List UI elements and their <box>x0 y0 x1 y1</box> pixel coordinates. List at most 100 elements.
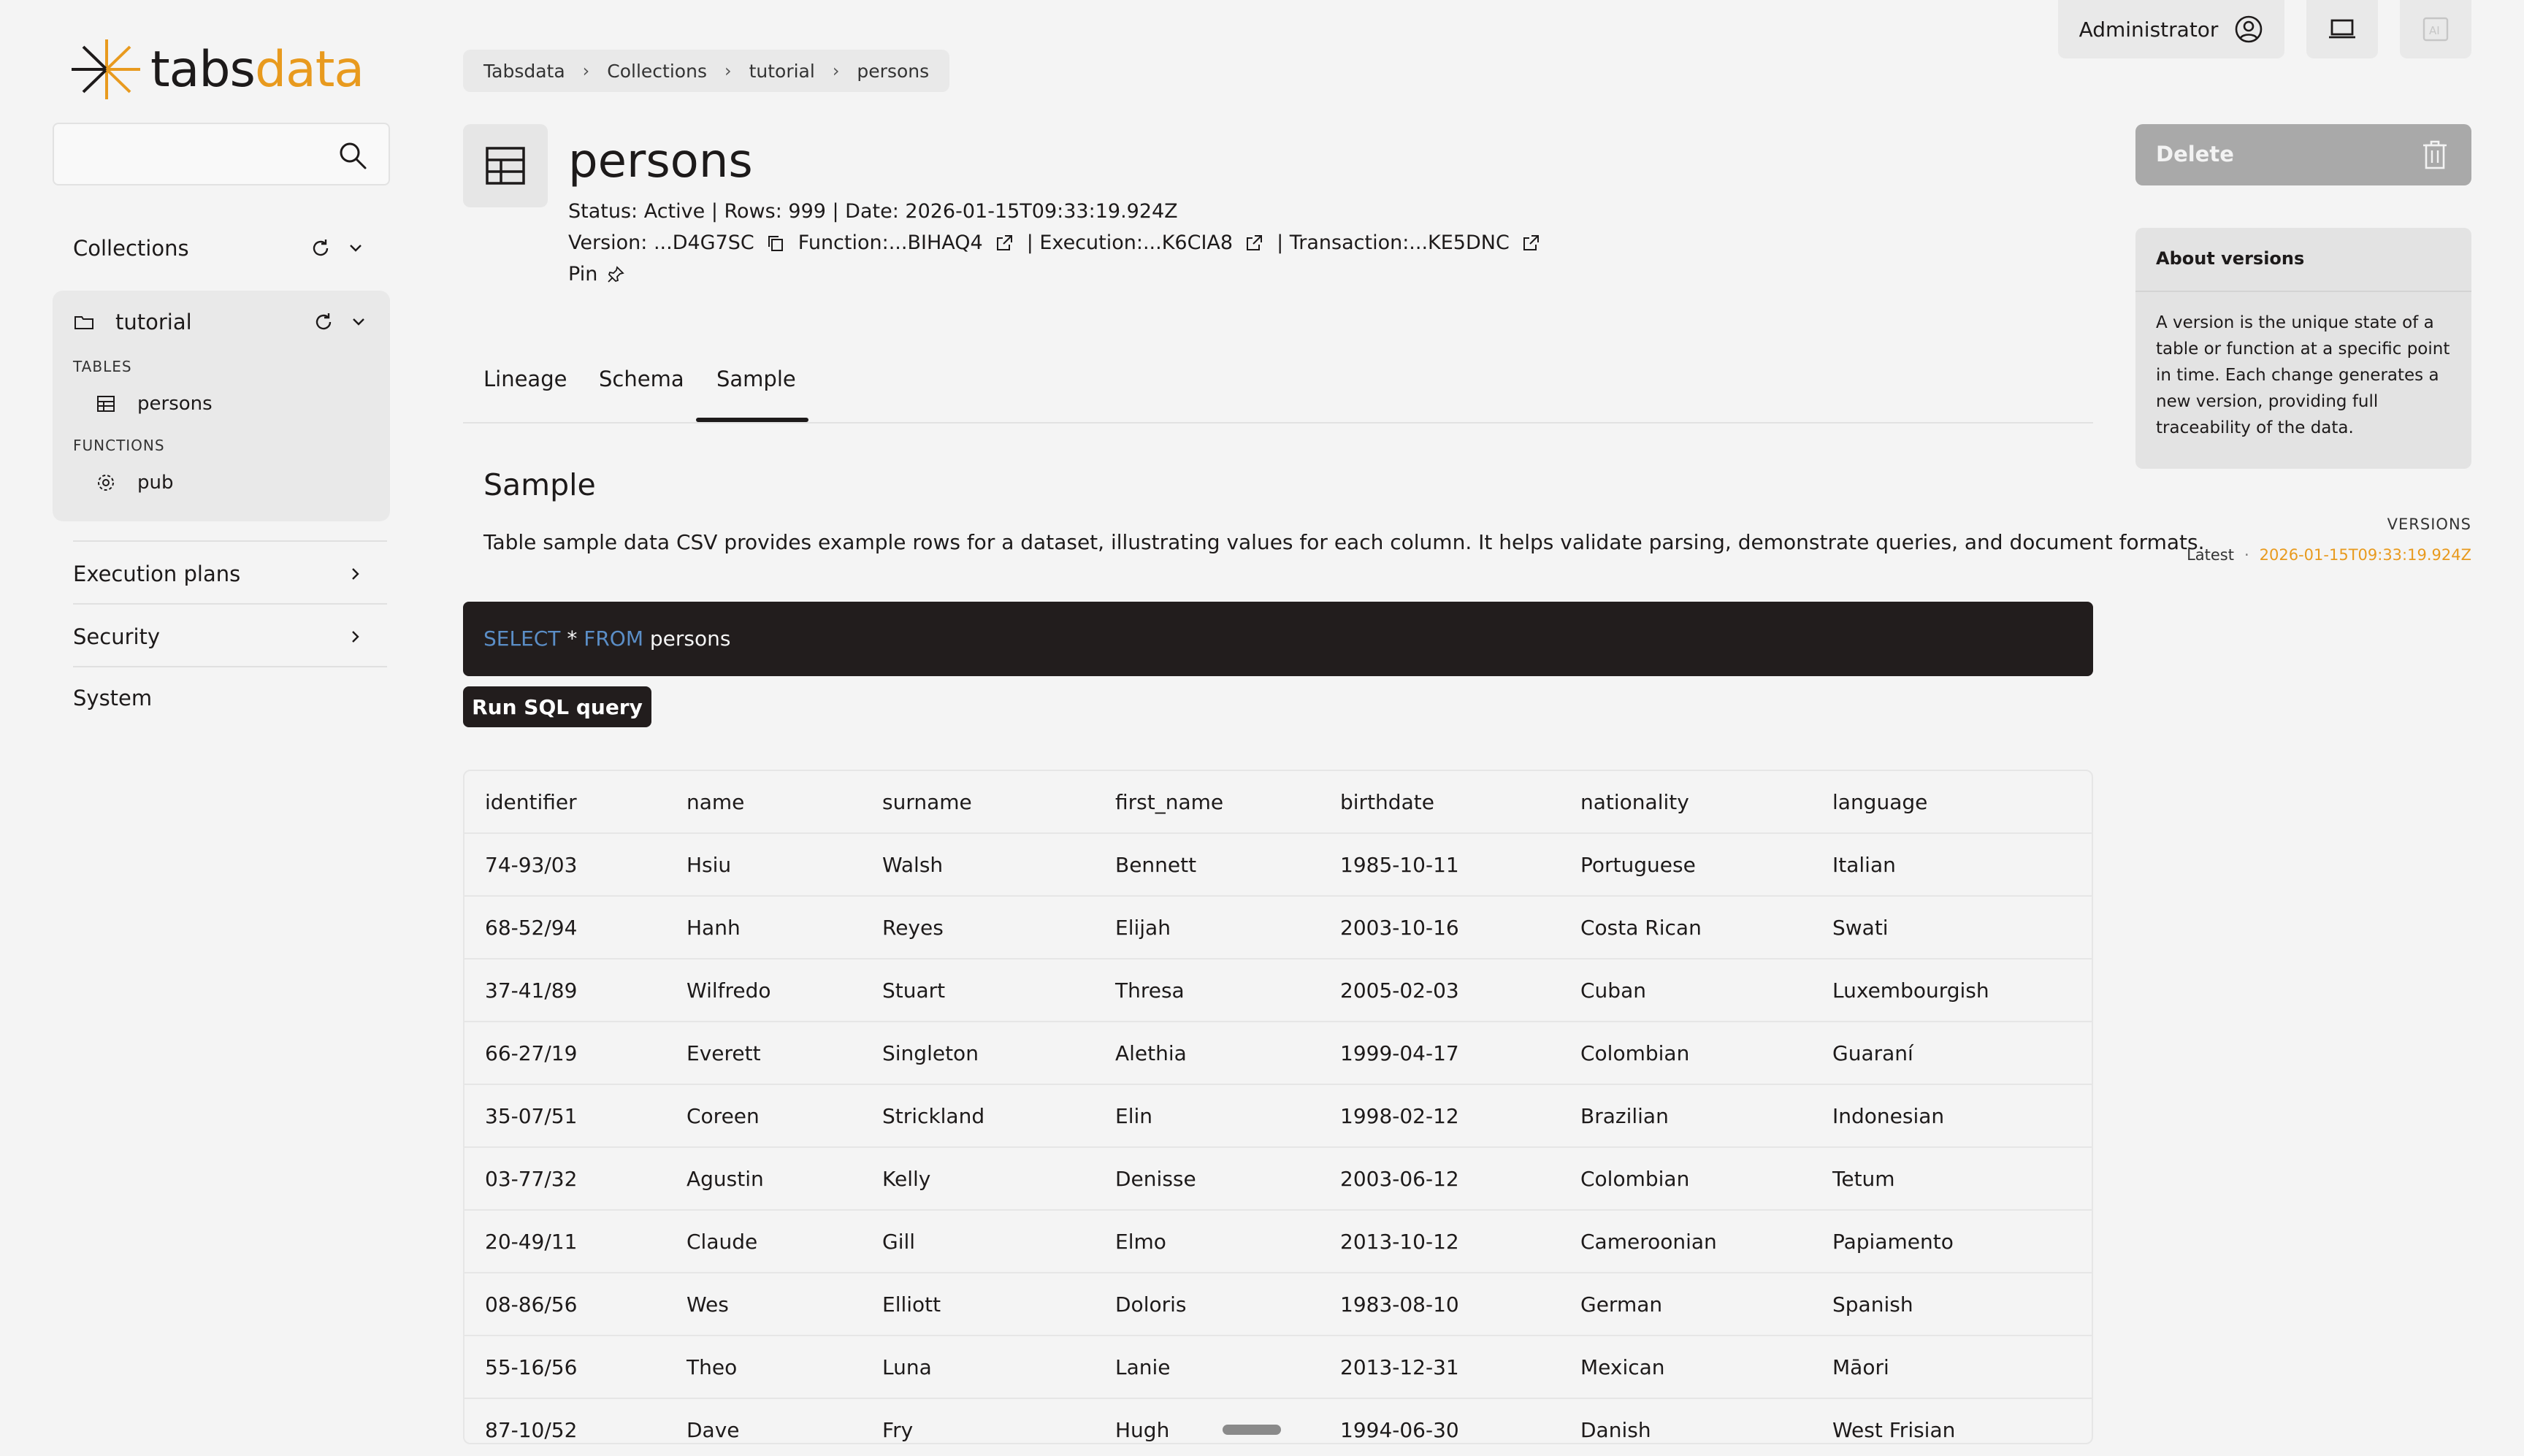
table-cell: 2003-06-12 <box>1340 1167 1459 1191</box>
table-cell: 74-93/03 <box>485 853 578 877</box>
display-mode-button[interactable] <box>2306 0 2378 58</box>
table-row: 55-16/56 Theo Luna Lanie 2013-12-31 Mexican Mā… <box>464 1336 2092 1399</box>
breadcrumb-chevron-icon: › <box>724 61 732 81</box>
table-cell: 2013-10-12 <box>1340 1230 1459 1254</box>
table-cell: Alethia <box>1115 1041 1187 1065</box>
column-header[interactable]: surname <box>882 790 972 814</box>
table-cell: Theo <box>687 1355 738 1379</box>
tab-sample[interactable]: Sample <box>716 367 796 391</box>
table-cell: 1998-02-12 <box>1340 1104 1459 1128</box>
sidebar-item-collections[interactable]: Collections <box>53 232 367 264</box>
table-cell: Thresa <box>1115 978 1185 1003</box>
sidebar-item-execution-plans[interactable]: Execution plans <box>53 558 367 590</box>
pin-icon[interactable] <box>606 265 625 284</box>
table-row: 03-77/32 Agustin Kelly Denisse 2003-06-12 Col… <box>464 1148 2092 1211</box>
sql-star: * <box>560 627 584 651</box>
logo-text-part1: tabs <box>150 40 256 99</box>
sql-query[interactable]: SELECT * FROM persons <box>483 627 730 651</box>
ids-line: Version: ...D4G7SC Function:...BIHAQ4 | … <box>568 231 1553 254</box>
latest-version-date[interactable]: 2026-01-15T09:33:19.924Z <box>2260 546 2471 564</box>
column-header[interactable]: language <box>1832 790 1927 814</box>
table-cell: Italian <box>1832 853 1896 877</box>
column-header[interactable]: name <box>687 790 744 814</box>
latest-version[interactable]: Latest · 2026-01-15T09:33:19.924Z <box>2187 546 2471 564</box>
sidebar-function-label: pub <box>137 472 174 494</box>
table-cell: Cuban <box>1580 978 1646 1003</box>
chevron-down-icon[interactable] <box>348 311 370 333</box>
table-cell: Coreen <box>687 1104 760 1128</box>
table-cell: Agustin <box>687 1167 764 1191</box>
logo[interactable]: tabsdata <box>69 37 364 102</box>
table-cell: Luxembourgish <box>1832 978 1989 1003</box>
sql-keyword-select: SELECT <box>483 627 561 651</box>
ai-assistant-button[interactable]: AI <box>2400 0 2471 58</box>
tab-schema[interactable]: Schema <box>599 367 684 391</box>
table-cell: Elliott <box>882 1292 941 1317</box>
sidebar-table-persons[interactable]: persons <box>95 393 213 415</box>
table-row: 37-41/89 Wilfredo Stuart Thresa 2005-02-03 Cu… <box>464 959 2092 1022</box>
table-cell: Elin <box>1115 1104 1152 1128</box>
sidebar-item-security[interactable]: Security <box>53 621 367 653</box>
page-title: persons <box>568 134 753 188</box>
external-link-icon[interactable] <box>1244 234 1263 253</box>
column-header[interactable]: nationality <box>1580 790 1689 814</box>
sql-keyword-from: FROM <box>584 627 643 651</box>
horizontal-scrollbar-handle[interactable] <box>1223 1425 1281 1435</box>
latest-label: Latest <box>2187 546 2234 564</box>
table-cell: Elmo <box>1115 1230 1166 1254</box>
function-id: Function:...BIHAQ4 <box>798 231 983 254</box>
separator-dot: · <box>2244 546 2249 564</box>
sidebar-item-label: Security <box>73 624 161 649</box>
table-cell: Papiamento <box>1832 1230 1954 1254</box>
column-header[interactable]: identifier <box>485 790 577 814</box>
table-cell: Denisse <box>1115 1167 1196 1191</box>
sample-table: identifier name surname first_name birth… <box>463 770 2093 1444</box>
external-link-icon[interactable] <box>1521 234 1540 253</box>
refresh-icon[interactable] <box>310 237 332 259</box>
column-header[interactable]: first_name <box>1115 790 1223 814</box>
sidebar-item-system[interactable]: System <box>53 682 367 714</box>
pin-label: Pin <box>568 263 598 286</box>
breadcrumb-item-tabsdata[interactable]: Tabsdata <box>483 61 565 82</box>
table-cell: Cameroonian <box>1580 1230 1717 1254</box>
delete-button[interactable]: Delete <box>2135 124 2471 185</box>
chevron-down-icon[interactable] <box>345 237 367 259</box>
table-cell: Strickland <box>882 1104 985 1128</box>
table-cell: Luna <box>882 1355 932 1379</box>
copy-icon[interactable] <box>766 234 785 253</box>
table-cell: Kelly <box>882 1167 931 1191</box>
table-cell: Hsiu <box>687 853 732 877</box>
breadcrumb-item-tutorial[interactable]: tutorial <box>749 61 815 82</box>
table-cell: Hanh <box>687 916 741 940</box>
divider <box>2135 291 2471 292</box>
table-cell: 1994-06-30 <box>1340 1418 1459 1442</box>
user-menu-button[interactable]: Administrator <box>2058 0 2284 58</box>
breadcrumb-item-collections[interactable]: Collections <box>607 61 707 82</box>
refresh-icon[interactable] <box>313 311 334 333</box>
run-sql-query-button[interactable]: Run SQL query <box>463 686 651 727</box>
table-row: 20-49/11 Claude Gill Elmo 2013-10-12 Cameroon… <box>464 1211 2092 1273</box>
table-cell: Claude <box>687 1230 758 1254</box>
column-header[interactable]: birthdate <box>1340 790 1434 814</box>
sql-editor[interactable]: SELECT * FROM persons <box>463 602 2093 676</box>
laptop-icon <box>2329 19 2355 39</box>
search-input[interactable] <box>67 137 330 172</box>
sidebar-function-pub[interactable]: pub <box>95 472 174 494</box>
tab-lineage[interactable]: Lineage <box>483 367 567 391</box>
table-cell: Singleton <box>882 1041 979 1065</box>
table-cell: 66-27/19 <box>485 1041 578 1065</box>
external-link-icon[interactable] <box>995 234 1014 253</box>
collection-tutorial[interactable]: tutorial <box>73 307 370 337</box>
table-cell: Wes <box>687 1292 729 1317</box>
table-icon <box>486 147 525 185</box>
table-row: 66-27/19 Everett Singleton Alethia 1999-04-1… <box>464 1022 2092 1085</box>
table-cell: German <box>1580 1292 1663 1317</box>
table-cell: Brazilian <box>1580 1104 1669 1128</box>
pin-toggle[interactable]: Pin <box>568 263 638 286</box>
table-cell: 03-77/32 <box>485 1167 578 1191</box>
svg-text:AI: AI <box>2429 24 2440 37</box>
active-tab-indicator <box>696 418 808 422</box>
search-icon[interactable] <box>337 140 368 171</box>
transaction-id: | Transaction:...KE5DNC <box>1277 231 1510 254</box>
tab-bar: Lineage Schema Sample <box>463 349 2093 424</box>
